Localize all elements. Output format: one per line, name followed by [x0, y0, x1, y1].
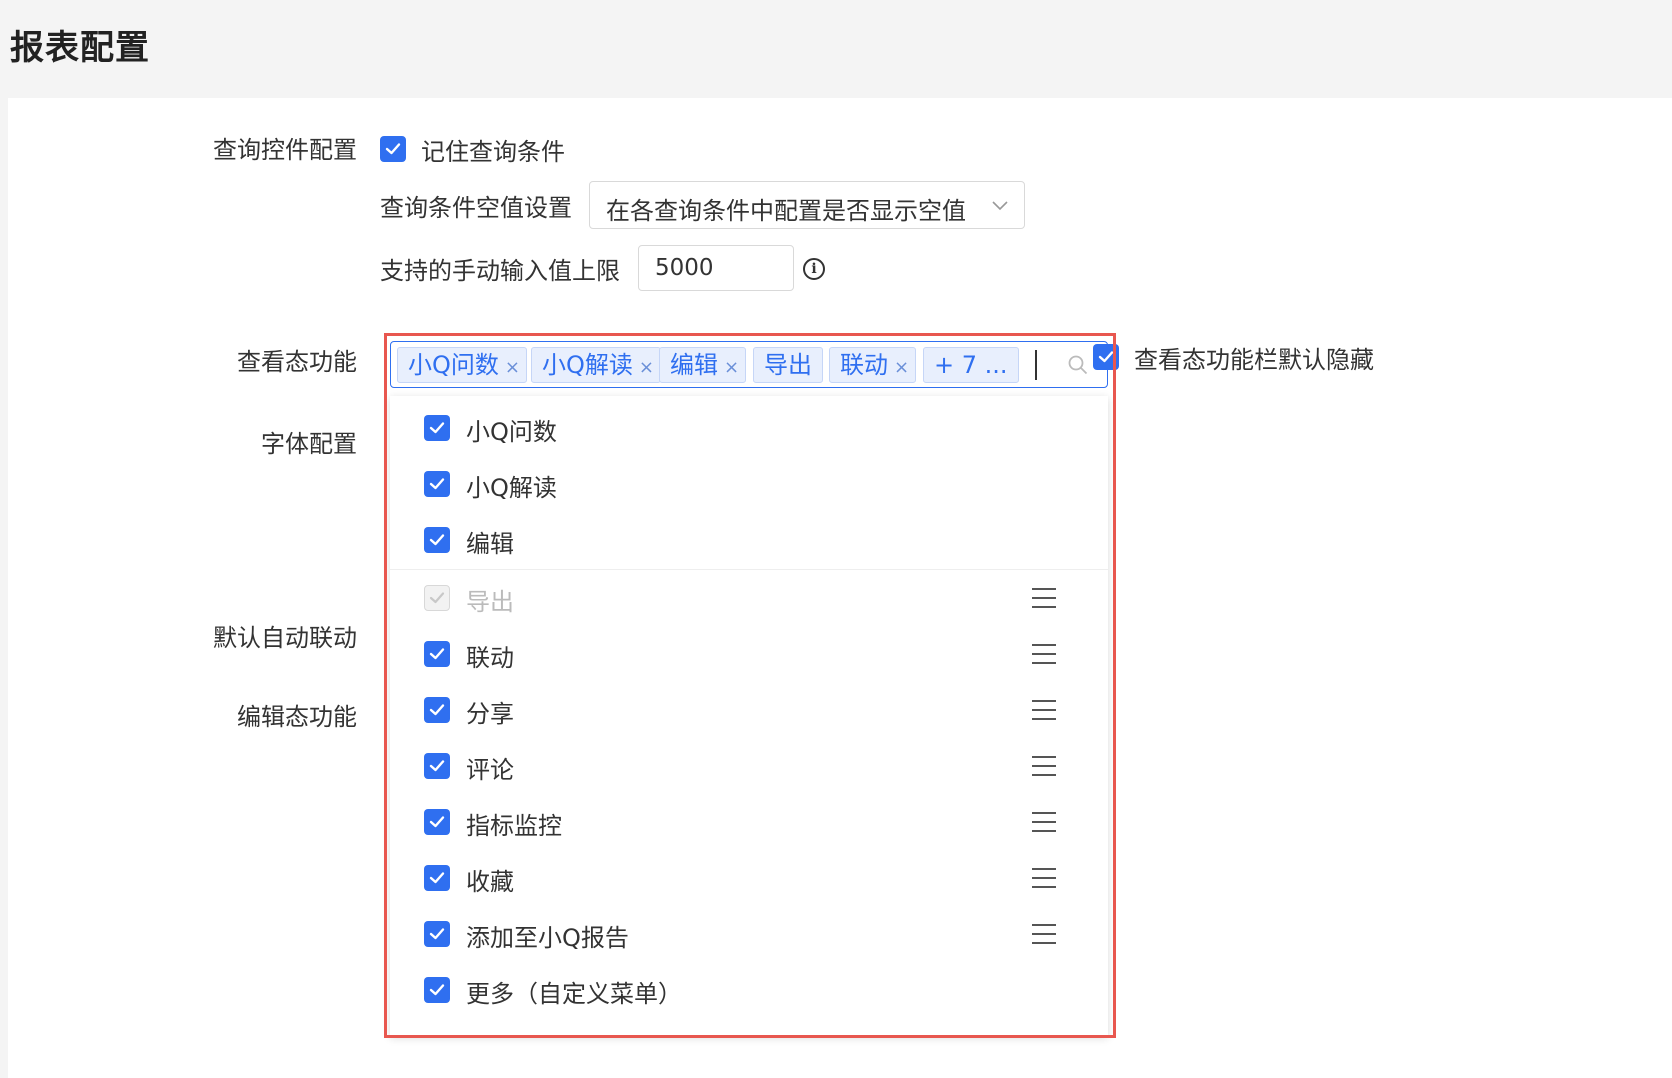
- check-icon: [385, 143, 401, 155]
- empty-value-label: 查询条件空值设置: [380, 194, 572, 222]
- edit-mode-label: 编辑态功能: [237, 703, 357, 731]
- page-title: 报表配置: [10, 28, 150, 68]
- input-limit-value: 5000: [655, 255, 714, 281]
- hide-toolbar-label: 查看态功能栏默认隐藏: [1134, 346, 1374, 374]
- auto-link-label: 默认自动联动: [213, 624, 357, 652]
- input-limit-label: 支持的手动输入值上限: [380, 257, 620, 285]
- highlight-box: [384, 333, 1116, 1038]
- query-config-label: 查询控件配置: [213, 136, 357, 164]
- remember-query-checkbox[interactable]: [380, 136, 406, 162]
- input-limit-field[interactable]: 5000: [638, 245, 794, 291]
- empty-value-select[interactable]: 在各查询条件中配置是否显示空值: [589, 181, 1025, 229]
- empty-value-select-value: 在各查询条件中配置是否显示空值: [606, 197, 966, 225]
- remember-query-label: 记住查询条件: [421, 138, 565, 166]
- view-mode-label: 查看态功能: [237, 348, 357, 376]
- info-icon[interactable]: i: [803, 258, 825, 280]
- font-config-label: 字体配置: [261, 430, 357, 458]
- chevron-down-icon: [992, 201, 1008, 211]
